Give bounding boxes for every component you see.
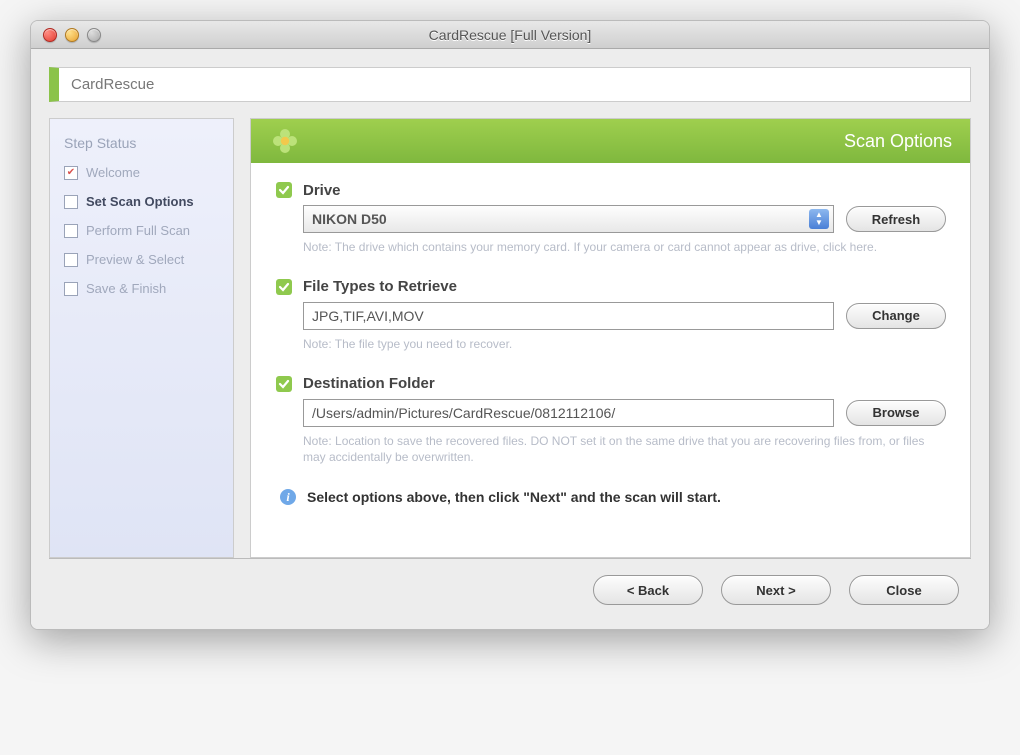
filetypes-value: JPG,TIF,AVI,MOV	[312, 308, 424, 324]
filetypes-note: Note: The file type you need to recover.	[303, 336, 946, 353]
checkbox-empty-icon	[64, 282, 78, 296]
content-row: Step Status ✔ Welcome Set Scan Options P…	[49, 118, 971, 558]
step-label: Preview & Select	[86, 252, 184, 267]
app-name-label: CardRescue	[71, 76, 154, 93]
flower-icon	[269, 125, 301, 157]
filetypes-field[interactable]: JPG,TIF,AVI,MOV	[303, 302, 834, 330]
change-button[interactable]: Change	[846, 303, 946, 329]
info-icon: i	[279, 488, 297, 506]
step-save-finish: Save & Finish	[64, 281, 219, 296]
titlebar: CardRescue [Full Version]	[31, 21, 989, 49]
back-button[interactable]: < Back	[593, 575, 703, 605]
drive-label: Drive	[303, 182, 341, 199]
drive-note: Note: The drive which contains your memo…	[303, 239, 946, 256]
browse-button[interactable]: Browse	[846, 400, 946, 426]
checkbox-empty-icon	[64, 224, 78, 238]
sidebar: Step Status ✔ Welcome Set Scan Options P…	[49, 118, 234, 558]
checkbox-empty-icon	[64, 195, 78, 209]
window-title: CardRescue [Full Version]	[31, 27, 989, 43]
panel-body: Drive NIKON D50 ▲▼ Refresh Note: The	[251, 163, 970, 557]
footer-buttons: < Back Next > Close	[49, 558, 971, 611]
bullet-icon	[275, 375, 293, 393]
close-window-button[interactable]	[43, 28, 57, 42]
checkbox-done-icon: ✔	[64, 166, 78, 180]
app-window: CardRescue [Full Version] CardRescue Ste…	[30, 20, 990, 630]
destination-note: Note: Location to save the recovered fil…	[303, 433, 946, 467]
step-label: Perform Full Scan	[86, 223, 190, 238]
destination-section: Destination Folder /Users/admin/Pictures…	[275, 375, 946, 467]
panel-header: Scan Options	[251, 119, 970, 163]
drive-value: NIKON D50	[312, 211, 387, 227]
checkbox-empty-icon	[64, 253, 78, 267]
bullet-icon	[275, 181, 293, 199]
main-panel: Scan Options Drive	[250, 118, 971, 558]
destination-value: /Users/admin/Pictures/CardRescue/0812112…	[312, 405, 615, 421]
step-set-scan-options: Set Scan Options	[64, 194, 219, 209]
destination-field[interactable]: /Users/admin/Pictures/CardRescue/0812112…	[303, 399, 834, 427]
info-text: Select options above, then click "Next" …	[307, 489, 721, 505]
drive-section: Drive NIKON D50 ▲▼ Refresh Note: The	[275, 181, 946, 256]
sidebar-title: Step Status	[64, 135, 219, 151]
drive-dropdown[interactable]: NIKON D50 ▲▼	[303, 205, 834, 233]
step-preview-select: Preview & Select	[64, 252, 219, 267]
step-label: Welcome	[86, 165, 140, 180]
next-button[interactable]: Next >	[721, 575, 831, 605]
filetypes-section: File Types to Retrieve JPG,TIF,AVI,MOV C…	[275, 278, 946, 353]
zoom-window-button[interactable]	[87, 28, 101, 42]
dropdown-arrows-icon: ▲▼	[809, 209, 829, 229]
minimize-window-button[interactable]	[65, 28, 79, 42]
step-label: Set Scan Options	[86, 194, 194, 209]
filetypes-label: File Types to Retrieve	[303, 278, 457, 295]
close-button[interactable]: Close	[849, 575, 959, 605]
refresh-button[interactable]: Refresh	[846, 206, 946, 232]
bullet-icon	[275, 278, 293, 296]
app-name-bar: CardRescue	[49, 67, 971, 102]
body-area: CardRescue Step Status ✔ Welcome Set Sca…	[31, 49, 989, 629]
traffic-lights	[31, 28, 101, 42]
step-perform-full-scan: Perform Full Scan	[64, 223, 219, 238]
info-row: i Select options above, then click "Next…	[279, 488, 946, 506]
panel-title: Scan Options	[844, 131, 952, 152]
step-welcome: ✔ Welcome	[64, 165, 219, 180]
step-label: Save & Finish	[86, 281, 166, 296]
destination-label: Destination Folder	[303, 375, 435, 392]
